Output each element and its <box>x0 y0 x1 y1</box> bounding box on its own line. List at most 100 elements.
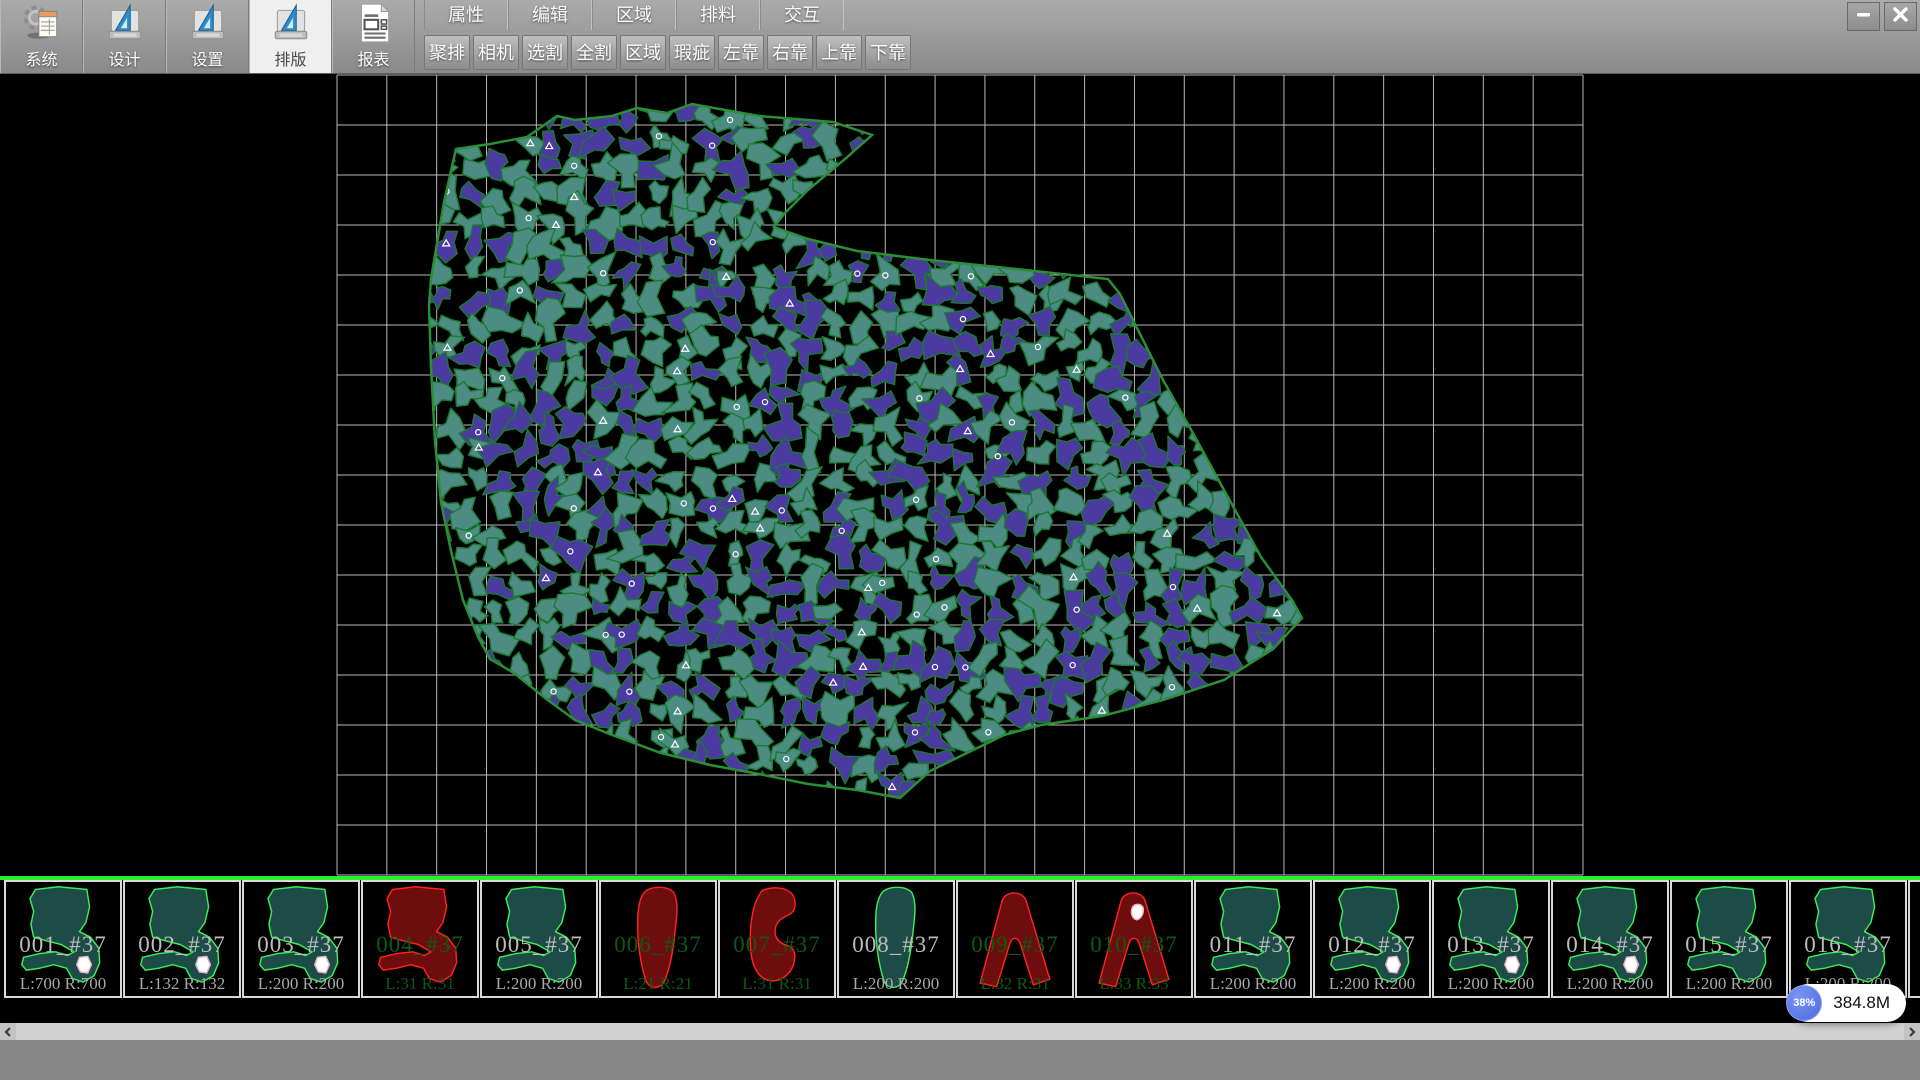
piece-name-label: 016_#37 <box>1791 932 1905 958</box>
menu-tab-3[interactable]: 排料 <box>676 0 760 30</box>
piece-thumbnail-001_#37[interactable]: 001_#37 L:700 R:700 <box>4 880 122 998</box>
nav-button-settings-ruler[interactable]: 设置 <box>166 0 249 73</box>
menu-tab-1[interactable]: 编辑 <box>508 0 592 30</box>
piece-name-label: 012_#37 <box>1315 932 1429 958</box>
scroll-right-button[interactable] <box>1904 1023 1920 1040</box>
memory-usage-label: 384.8M <box>1833 993 1890 1013</box>
piece-lr-label: L:21 R:21 <box>601 974 715 994</box>
horizontal-scrollbar[interactable] <box>0 1023 1920 1040</box>
piece-thumbnail-008_#37[interactable]: 008_#37 L:200 R:200 <box>837 880 955 998</box>
piece-thumbnail-013_#37[interactable]: 013_#37 L:200 R:200 <box>1432 880 1550 998</box>
minimize-icon <box>1855 6 1872 28</box>
piece-name-label: 010_#37 <box>1077 932 1191 958</box>
piece-thumbnail-strip: 001_#37 L:700 R:700 002_#37 L:132 R:132 … <box>0 880 1920 1002</box>
tool-button-5[interactable]: 瑕疵 <box>669 35 715 70</box>
piece-name-label: 009_#37 <box>958 932 1072 958</box>
piece-lr-label: L:200 R:200 <box>839 974 953 994</box>
progress-percent-badge: 38% <box>1786 985 1822 1021</box>
tool-button-6[interactable]: 左靠 <box>718 35 764 70</box>
tool-button-3[interactable]: 全割 <box>571 35 617 70</box>
menu-tab-2[interactable]: 区域 <box>592 0 676 30</box>
nav-button-label: 设计 <box>84 46 165 70</box>
chevron-right-icon <box>1907 1027 1917 1037</box>
piece-thumbnail-010_#37[interactable]: 010_#37 L:33 R:33 <box>1075 880 1193 998</box>
piece-lr-label: L:200 R:200 <box>1910 974 1920 994</box>
menu-area: 属性编辑区域排料交互 聚排相机选割全割区域瑕疵左靠右靠上靠下靠 <box>424 0 911 70</box>
nav-button-label: 系统 <box>1 46 82 70</box>
nav-button-label: 报表 <box>333 46 414 70</box>
tool-button-7[interactable]: 右靠 <box>767 35 813 70</box>
menu-tab-0[interactable]: 属性 <box>424 0 508 30</box>
piece-name-label: 011_#37 <box>1196 932 1310 958</box>
piece-name-label: 005_#37 <box>482 932 596 958</box>
nav-button-label: 设置 <box>167 46 248 70</box>
top-toolbar: 系统 设计 设置 排版 报表 属性编辑区域排料交互 聚排相机选割全割区域瑕疵左靠… <box>0 0 1920 74</box>
piece-name-label: 001_#37 <box>6 932 120 958</box>
piece-thumbnail-002_#37[interactable]: 002_#37 L:132 R:132 <box>123 880 241 998</box>
window-controls <box>1847 2 1917 31</box>
piece-name-label: 017_#37 <box>1910 932 1920 958</box>
piece-thumbnail-012_#37[interactable]: 012_#37 L:200 R:200 <box>1313 880 1431 998</box>
piece-name-label: 003_#37 <box>244 932 358 958</box>
report-icon <box>353 2 395 44</box>
tool-button-9[interactable]: 下靠 <box>865 35 911 70</box>
tool-button-2[interactable]: 选割 <box>522 35 568 70</box>
settings-ruler-icon <box>187 2 229 44</box>
piece-lr-label: L:33 R:33 <box>1077 974 1191 994</box>
application-window: 系统 设计 设置 排版 报表 属性编辑区域排料交互 聚排相机选割全割区域瑕疵左靠… <box>0 0 1920 1080</box>
piece-lr-label: L:200 R:200 <box>1196 974 1310 994</box>
menu-tab-4[interactable]: 交互 <box>760 0 844 30</box>
piece-thumbnail-003_#37[interactable]: 003_#37 L:200 R:200 <box>242 880 360 998</box>
memory-status-bubble: 38% 384.8M <box>1789 984 1906 1022</box>
progress-percent: 38% <box>1793 997 1815 1009</box>
piece-lr-label: L:132 R:132 <box>125 974 239 994</box>
piece-name-label: 008_#37 <box>839 932 953 958</box>
piece-thumbnail-015_#37[interactable]: 015_#37 L:200 R:200 <box>1670 880 1788 998</box>
close-icon <box>1892 6 1909 28</box>
piece-lr-label: L:200 R:200 <box>482 974 596 994</box>
piece-lr-label: L:200 R:200 <box>1315 974 1429 994</box>
piece-thumbnail-007_#37[interactable]: 007_#37 L:31 R:31 <box>718 880 836 998</box>
chevron-left-icon <box>3 1027 13 1037</box>
piece-lr-label: L:700 R:700 <box>6 974 120 994</box>
close-button[interactable] <box>1884 2 1917 31</box>
piece-thumbnail-005_#37[interactable]: 005_#37 L:200 R:200 <box>480 880 598 998</box>
piece-thumbnail-016_#37[interactable]: 016_#37 L:200 R:200 <box>1789 880 1907 998</box>
design-ruler-icon <box>104 2 146 44</box>
piece-lr-label: L:200 R:200 <box>1553 974 1667 994</box>
piece-thumbnail-004_#37[interactable]: 004_#37 L:31 R:31 <box>361 880 479 998</box>
piece-name-label: 007_#37 <box>720 932 834 958</box>
tool-buttons: 聚排相机选割全割区域瑕疵左靠右靠上靠下靠 <box>424 35 911 70</box>
nav-button-design-ruler[interactable]: 设计 <box>83 0 166 73</box>
status-footer <box>0 1040 1920 1080</box>
piece-thumbnail-009_#37[interactable]: 009_#37 L:32 R:31 <box>956 880 1074 998</box>
piece-thumbnail-017_#37[interactable]: 017_#37 L:200 R:200 <box>1908 880 1920 998</box>
strip-bottom-gap <box>0 1002 1920 1023</box>
system-gear-icon <box>21 2 63 44</box>
nav-button-report[interactable]: 报表 <box>332 0 415 73</box>
piece-name-label: 014_#37 <box>1553 932 1667 958</box>
piece-lr-label: L:200 R:200 <box>244 974 358 994</box>
nav-buttons: 系统 设计 设置 排版 报表 <box>0 0 415 73</box>
nav-button-system-gear[interactable]: 系统 <box>0 0 83 73</box>
tool-button-8[interactable]: 上靠 <box>816 35 862 70</box>
tool-button-4[interactable]: 区域 <box>620 35 666 70</box>
piece-name-label: 006_#37 <box>601 932 715 958</box>
piece-lr-label: L:32 R:31 <box>958 974 1072 994</box>
tool-button-1[interactable]: 相机 <box>473 35 519 70</box>
piece-thumbnail-011_#37[interactable]: 011_#37 L:200 R:200 <box>1194 880 1312 998</box>
piece-name-label: 004_#37 <box>363 932 477 958</box>
piece-thumbnail-006_#37[interactable]: 006_#37 L:21 R:21 <box>599 880 717 998</box>
scroll-left-button[interactable] <box>0 1023 16 1040</box>
nav-button-nesting-ruler[interactable]: 排版 <box>249 0 332 73</box>
piece-name-label: 013_#37 <box>1434 932 1548 958</box>
piece-thumbnail-014_#37[interactable]: 014_#37 L:200 R:200 <box>1551 880 1669 998</box>
piece-lr-label: L:200 R:200 <box>1672 974 1786 994</box>
piece-lr-label: L:31 R:31 <box>363 974 477 994</box>
nesting-ruler-icon <box>270 2 312 44</box>
tool-button-0[interactable]: 聚排 <box>424 35 470 70</box>
piece-name-label: 015_#37 <box>1672 932 1786 958</box>
nav-button-label: 排版 <box>250 46 331 70</box>
piece-lr-label: L:31 R:31 <box>720 974 834 994</box>
minimize-button[interactable] <box>1847 2 1880 31</box>
